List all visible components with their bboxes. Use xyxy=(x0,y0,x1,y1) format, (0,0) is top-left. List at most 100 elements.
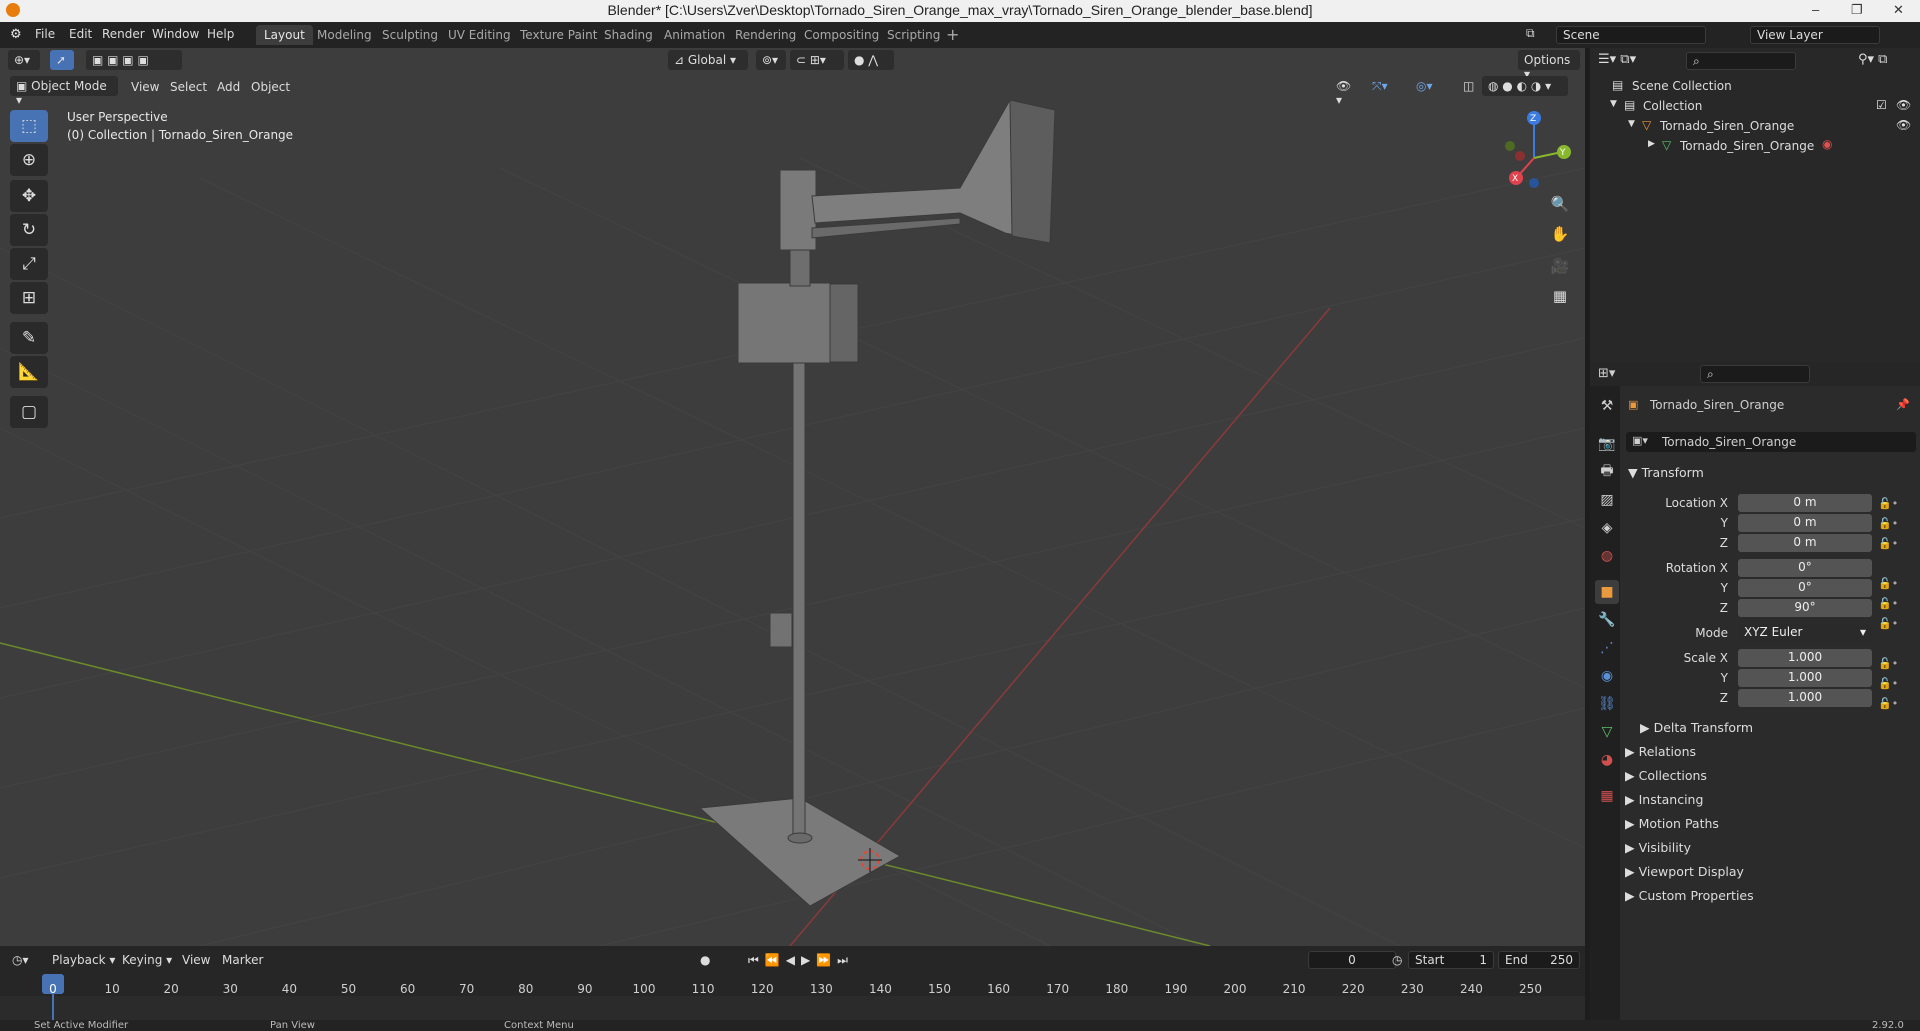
gizmos-icon[interactable]: ⤧▾ xyxy=(1366,76,1400,96)
outliner-filter-icon[interactable]: ⚲▾ ⧉ xyxy=(1858,52,1887,67)
object-expand-icon[interactable]: ▼ xyxy=(1628,119,1635,129)
pivot-icon[interactable]: ⊚▾ xyxy=(756,50,786,70)
tab-modifiers-icon[interactable]: 🔧 xyxy=(1595,608,1619,632)
pan-hand-icon[interactable]: ✋ xyxy=(1546,220,1574,248)
section-collections[interactable]: ▶ Collections xyxy=(1625,768,1707,783)
record-icon[interactable]: ● xyxy=(700,953,710,967)
snap-icon[interactable]: ⊂ ⊞▾ xyxy=(790,50,844,70)
section-visibility[interactable]: ▶ Visibility xyxy=(1625,840,1691,855)
tab-render-icon[interactable]: 📷 xyxy=(1595,432,1619,456)
menu-file[interactable]: File xyxy=(35,27,55,41)
selection-mode-icons[interactable]: ▣ ▣ ▣ ▣ xyxy=(86,50,182,70)
xray-icon[interactable]: ◫ xyxy=(1457,76,1475,96)
menu-edit[interactable]: Edit xyxy=(69,27,92,41)
camera-icon[interactable]: 🎥 xyxy=(1546,252,1574,280)
menu-keying[interactable]: Keying ▾ xyxy=(122,953,172,967)
tab-material-icon[interactable]: ◕ xyxy=(1595,748,1619,772)
tab-scripting[interactable]: Scripting xyxy=(879,25,948,45)
menu-render[interactable]: Render xyxy=(102,27,145,41)
scale-z-field[interactable]: 1.000 xyxy=(1738,689,1872,707)
tool-measure[interactable]: 📐 xyxy=(10,356,48,388)
shading-mode-icons[interactable]: ◍ ● ◐ ◑ ▾ xyxy=(1482,76,1568,96)
collection-checkbox[interactable]: ☑ xyxy=(1876,98,1887,112)
proportional-edit-icon[interactable]: ● ⋀ xyxy=(848,50,894,70)
minimize-icon[interactable]: – xyxy=(1812,2,1819,17)
timeline-editor[interactable]: ◷▾ Playback ▾ Keying ▾ View Marker ● ⏮⏪◀… xyxy=(0,946,1585,1031)
rotation-x-field[interactable]: 0° xyxy=(1738,559,1872,577)
restore-icon[interactable]: ❐ xyxy=(1851,2,1863,18)
viewport-menu-add[interactable]: Add xyxy=(217,80,240,94)
editor-type-icon[interactable]: ⊕▾ xyxy=(8,50,40,70)
menu-playback[interactable]: Playback ▾ xyxy=(52,953,115,967)
mode-dropdown[interactable]: ▣ Object Mode ▾ xyxy=(10,76,118,107)
tab-scene-icon[interactable]: ◈ xyxy=(1595,516,1619,540)
viewport-menu-view[interactable]: View xyxy=(131,80,159,94)
overlays-icon[interactable]: ◎▾ xyxy=(1410,76,1444,96)
object-datablock-field[interactable]: ▣▾ Tornado_Siren_Orange xyxy=(1626,432,1916,452)
tab-texture-icon[interactable]: ▦ xyxy=(1595,784,1619,808)
tab-world-icon[interactable]: ◍ xyxy=(1595,544,1619,568)
tab-layout[interactable]: Layout xyxy=(256,25,313,45)
3d-viewport[interactable]: Z Y X ⊕▾ ➚ ▣ ▣ ▣ ▣ ⊿ Global ▾ ⊚▾ ⊂ ⊞▾ ● … xyxy=(0,48,1585,946)
outliner-row-collection[interactable]: ▼ ▤ Collection ☑ 👁 xyxy=(1590,96,1920,116)
section-relations[interactable]: ▶ Relations xyxy=(1625,744,1696,759)
blender-menu-icon[interactable]: ⚙ xyxy=(10,27,22,42)
tab-data-icon[interactable]: ▽ xyxy=(1595,720,1619,744)
tool-rotate[interactable]: ↻ xyxy=(10,214,48,246)
tool-transform[interactable]: ⊞ xyxy=(10,282,48,314)
pin-icon[interactable]: 📌 xyxy=(1896,398,1910,411)
outliner-editor-type-icon[interactable]: ☰▾ ⧉▾ xyxy=(1598,52,1636,67)
section-instancing[interactable]: ▶ Instancing xyxy=(1625,792,1703,807)
section-delta-transform[interactable]: ▶ Delta Transform xyxy=(1640,720,1753,735)
lock-icons[interactable]: 🔓• 🔓• 🔓• 🔓• 🔓• 🔓• 🔓• 🔓• 🔓• xyxy=(1878,494,1898,714)
section-motion-paths[interactable]: ▶ Motion Paths xyxy=(1625,816,1719,831)
tab-output-icon[interactable]: 🖶 xyxy=(1595,460,1619,484)
location-z-field[interactable]: 0 m xyxy=(1738,534,1872,552)
viewport-menu-select[interactable]: Select xyxy=(170,80,207,94)
tab-constraints-icon[interactable]: ⛓ xyxy=(1595,692,1619,716)
tab-texture-paint[interactable]: Texture Paint xyxy=(512,25,605,45)
menu-marker[interactable]: Marker xyxy=(222,953,263,967)
tool-cursor[interactable]: ⊕ xyxy=(10,144,48,176)
collection-expand-icon[interactable]: ▼ xyxy=(1610,99,1617,109)
properties-editor-type-icon[interactable]: ⊞▾ xyxy=(1598,366,1615,381)
outliner[interactable]: ☰▾ ⧉▾ ⌕ ⚲▾ ⧉ ▤ Scene Collection ▼ ▤ Coll… xyxy=(1590,48,1920,362)
properties-search-icon[interactable]: ⌕ xyxy=(1700,365,1810,383)
tool-select-box[interactable]: ⬚ xyxy=(10,110,48,142)
tool-add-cube[interactable]: ▢ xyxy=(10,396,48,428)
location-y-field[interactable]: 0 m xyxy=(1738,514,1872,532)
tab-tool-icon[interactable]: ⚒ xyxy=(1595,394,1619,418)
tab-sculpting[interactable]: Sculpting xyxy=(374,25,446,45)
outliner-search-icon[interactable]: ⌕ xyxy=(1686,52,1796,70)
rotation-mode-dropdown[interactable]: XYZ Euler ▾ xyxy=(1738,624,1872,642)
tab-view-layer-icon[interactable]: ▨ xyxy=(1595,488,1619,512)
menu-help[interactable]: Help xyxy=(207,27,234,41)
section-custom-properties[interactable]: ▶ Custom Properties xyxy=(1625,888,1754,903)
collection-eye-icon[interactable]: 👁 xyxy=(1896,98,1911,112)
timeline-editor-type-icon[interactable]: ◷▾ xyxy=(12,953,29,967)
rotation-z-field[interactable]: 90° xyxy=(1738,599,1872,617)
tab-particles-icon[interactable]: ⋰ xyxy=(1595,636,1619,660)
tab-modeling[interactable]: Modeling xyxy=(309,25,380,45)
visibility-icon[interactable]: 👁▾ xyxy=(1330,76,1360,107)
tab-rendering[interactable]: Rendering xyxy=(727,25,804,45)
tool-scale[interactable]: ⤢ xyxy=(10,248,48,280)
outliner-row-scene-collection[interactable]: ▤ Scene Collection xyxy=(1590,76,1920,96)
tab-shading[interactable]: Shading xyxy=(596,25,661,45)
preview-range-icon[interactable]: ◷ xyxy=(1392,953,1402,967)
tool-annotate[interactable]: ✎ xyxy=(10,322,48,354)
outliner-row-mesh[interactable]: ▶ ▽ Tornado_Siren_Orange ◉ xyxy=(1590,136,1920,156)
scene-field[interactable]: Scene xyxy=(1556,26,1706,44)
orientation-dropdown[interactable]: ⊿ Global ▾ xyxy=(668,50,748,70)
rotation-y-field[interactable]: 0° xyxy=(1738,579,1872,597)
scale-x-field[interactable]: 1.000 xyxy=(1738,649,1872,667)
mesh-expand-icon[interactable]: ▶ xyxy=(1648,139,1655,149)
tool-move[interactable]: ✥ xyxy=(10,180,48,212)
object-eye-icon[interactable]: 👁 xyxy=(1896,118,1911,132)
scale-y-field[interactable]: 1.000 xyxy=(1738,669,1872,687)
menu-window[interactable]: Window xyxy=(152,27,199,41)
tab-object-icon[interactable]: ■ xyxy=(1595,580,1619,604)
zoom-icon[interactable]: 🔍 xyxy=(1546,190,1574,218)
end-frame-field[interactable]: End 250 xyxy=(1498,951,1580,969)
close-window-icon[interactable]: ✕ xyxy=(1893,2,1904,18)
